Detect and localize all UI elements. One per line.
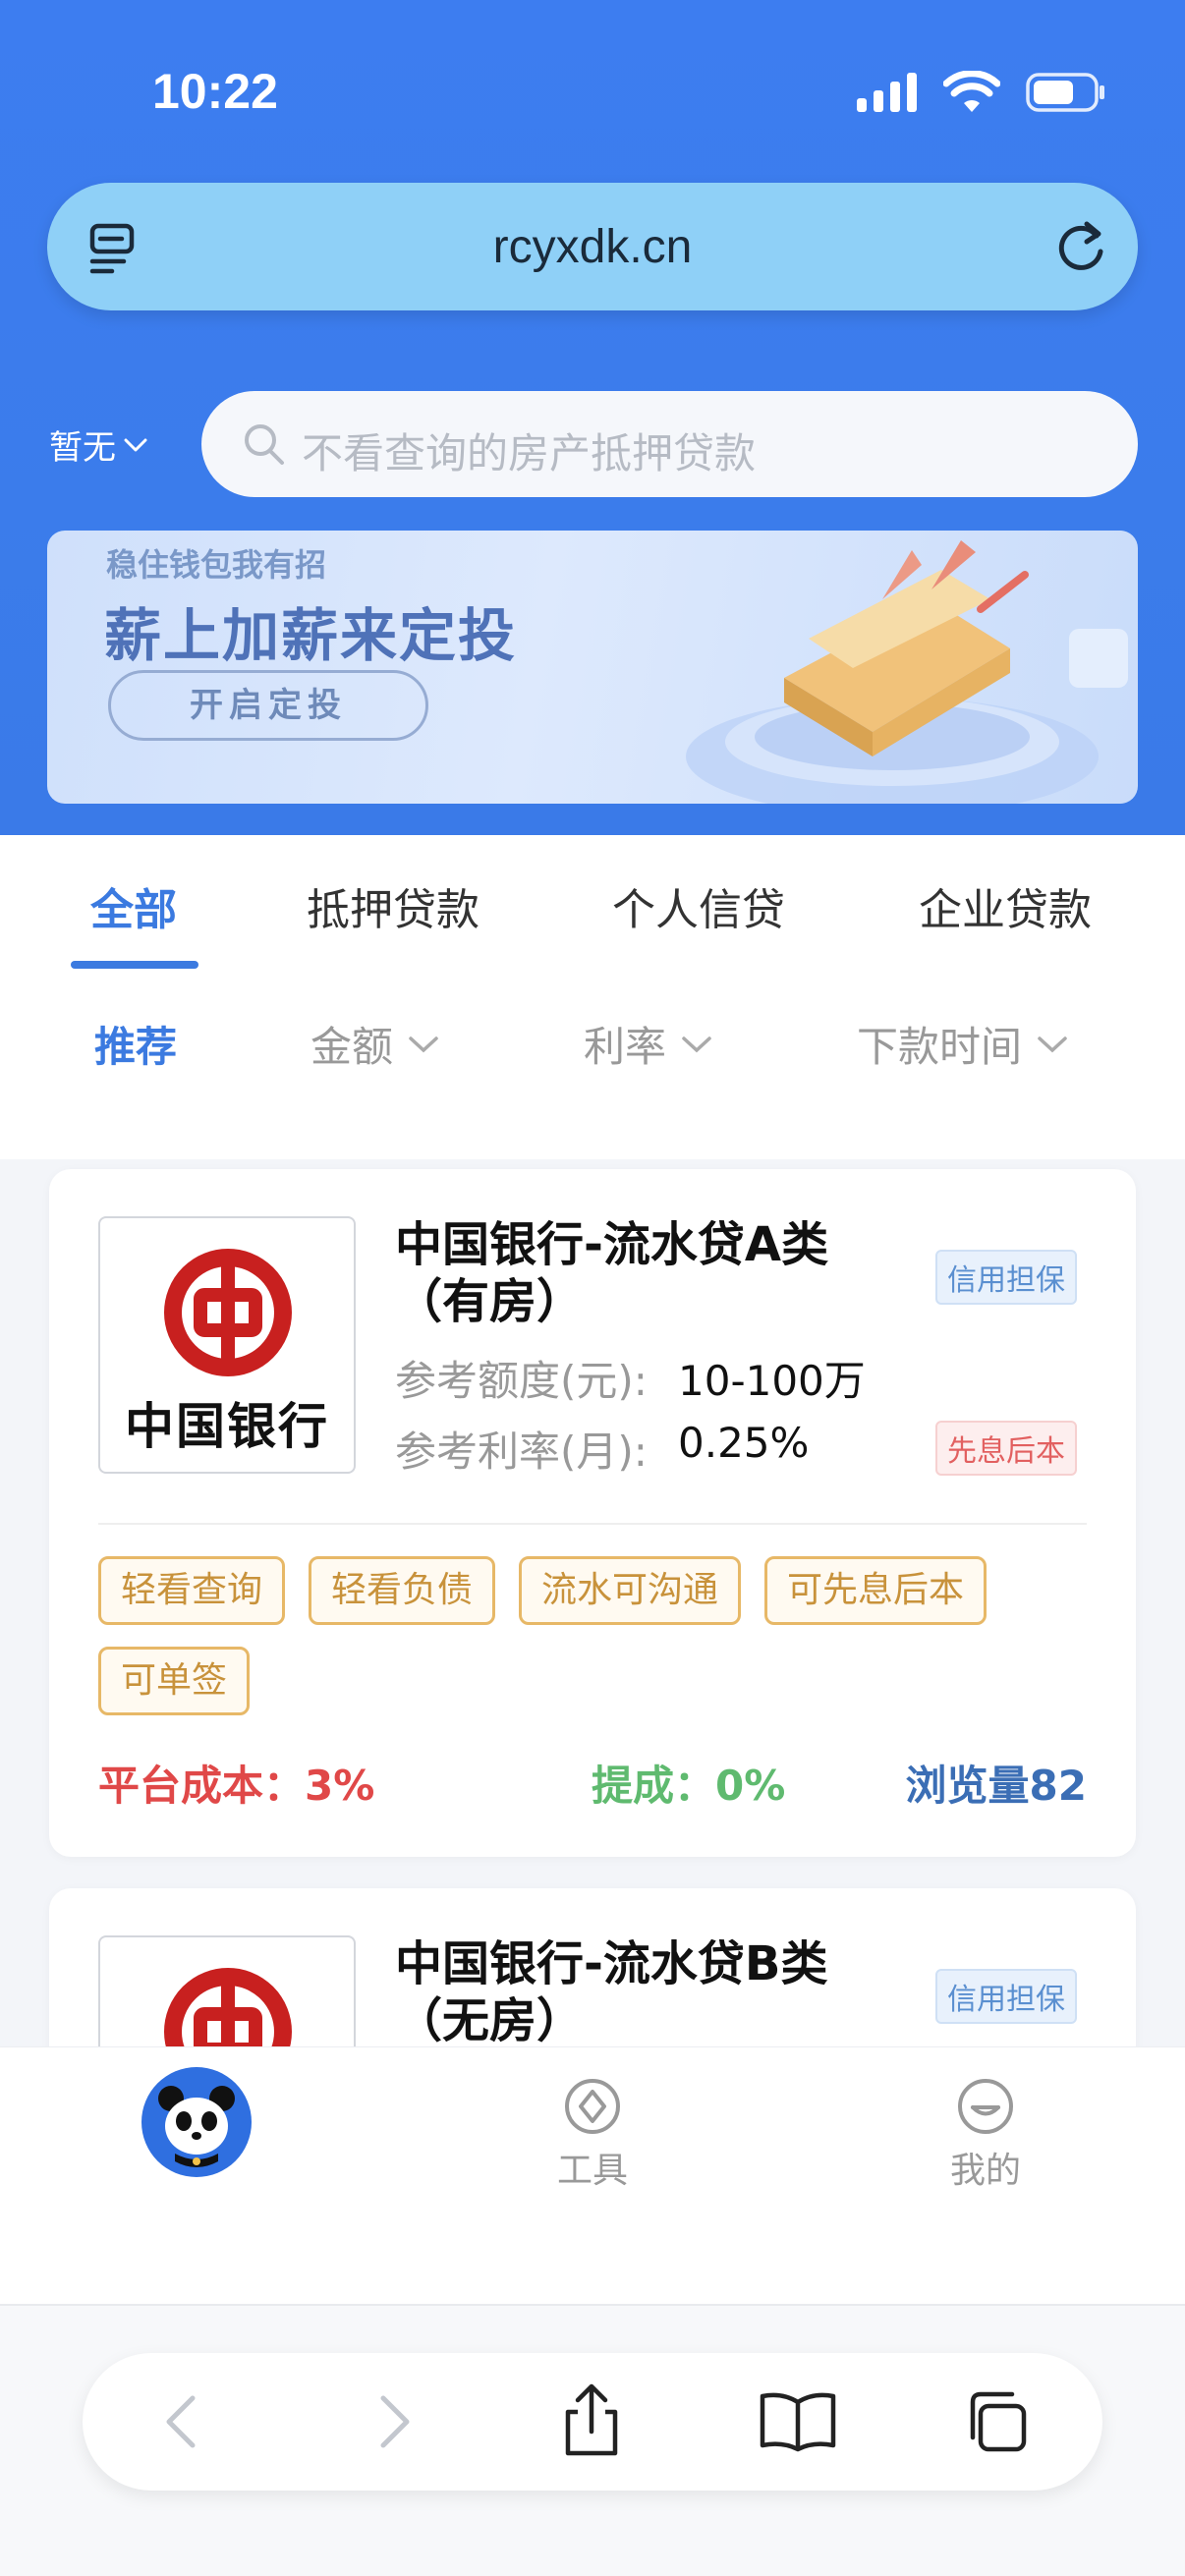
active-tab-indicator [71,961,198,969]
search-input[interactable]: 不看查询的房产抵押贷款 [201,391,1138,497]
feature-tag: 轻看负债 [309,1556,496,1625]
search-placeholder: 不看查询的房产抵押贷款 [302,429,757,477]
product-title: 中国银行-流水贷B类（无房） [395,1936,828,2048]
status-time: 10:22 [152,64,278,119]
bottom-tab-bar: 工具 我的 [0,2046,1185,2304]
platform-cost: 平台成本：3% [98,1762,375,1810]
share-icon[interactable] [558,2382,625,2457]
address-bar[interactable]: rcyxdk.cn [47,183,1138,310]
chevron-down-icon [124,438,147,451]
back-icon[interactable] [149,2388,216,2455]
rate-value: 0.25% [678,1419,810,1467]
guarantee-badge: 信用担保 [935,1969,1077,2024]
commission: 提成：0% [592,1762,786,1810]
tab-business-loan[interactable]: 企业贷款 [919,874,1092,937]
view-count: 浏览量82 [905,1762,1087,1810]
filter-bar: 推荐 金额 利率 下款时间 [0,982,1185,1110]
status-icons [857,71,1106,114]
tab-label: 我的 [949,2151,1021,2191]
product-title: 中国银行-流水贷A类（有房） [395,1217,829,1329]
city-selector[interactable]: 暂无 [49,420,149,469]
chevron-down-icon [1038,1036,1067,1052]
filter-label: 下款时间 [857,1023,1023,1071]
status-bar: 10:22 [0,0,1185,177]
filter-amount[interactable]: 金额 [310,1014,440,1074]
bank-of-china-emblem-icon [164,1249,292,1376]
amount-row: 参考额度(元): 10-100万 [395,1348,866,1408]
feature-tags: 轻看查询 轻看负债 流水可沟通 可先息后本 可单签 [98,1556,1091,1715]
divider [98,1523,1087,1525]
rate-row: 参考利率(月): 0.25% [395,1419,809,1479]
filter-rate[interactable]: 利率 [584,1014,713,1074]
signal-icon [857,73,917,112]
feature-tag: 可单签 [98,1647,251,1715]
promo-banner[interactable]: 稳住钱包我有招 薪上加薪来定投 开启定投 [47,531,1138,804]
chevron-down-icon [682,1036,711,1052]
banner-subtitle: 稳住钱包我有招 [106,546,327,584]
amount-value: 10-100万 [678,1357,866,1405]
filter-recommended[interactable]: 推荐 [94,1014,177,1074]
filter-disbursement-time[interactable]: 下款时间 [857,1014,1069,1074]
feature-tag: 流水可沟通 [519,1556,742,1625]
filter-label: 推荐 [94,1023,178,1071]
city-label: 暂无 [49,428,116,468]
smiley-icon [958,2079,1013,2134]
compass-icon [565,2079,620,2134]
wifi-icon [943,71,1000,112]
amount-label: 参考额度(元): [395,1357,648,1405]
product-card[interactable]: 中国银行 中国银行-流水贷A类（有房） 信用担保 参考额度(元): 10-100… [49,1169,1136,1857]
guarantee-badge: 信用担保 [935,1250,1077,1305]
url-text[interactable]: rcyxdk.cn [47,220,1138,274]
tab-tools[interactable]: 工具 [540,2077,645,2193]
rate-label: 参考利率(月): [395,1428,648,1476]
browser-toolbar [83,2353,1102,2491]
bank-logo-text: 中国银行 [125,1397,329,1455]
tab-home[interactable] [141,2067,252,2183]
tab-mine[interactable]: 我的 [933,2077,1038,2193]
banner-headline: 薪上加薪来定投 [104,602,518,669]
category-tabs: 全部 抵押贷款 个人信贷 企业贷款 [0,835,1185,982]
tabs-icon[interactable] [963,2388,1030,2455]
bookmarks-icon[interactable] [759,2388,837,2455]
tab-label: 工具 [556,2151,628,2191]
filter-label: 金额 [310,1023,394,1071]
card-footer: 平台成本：3% 提成：0% 浏览量82 [98,1753,1087,1812]
bank-logo: 中国银行 [98,1216,356,1474]
tab-mortgage-loan[interactable]: 抵押贷款 [307,874,480,937]
banner-button[interactable]: 开启定投 [108,670,428,741]
battery-icon [1026,73,1104,112]
feature-tag: 轻看查询 [98,1556,286,1625]
banner-illustration [686,540,1128,804]
chevron-down-icon [409,1036,438,1052]
reload-icon[interactable] [1049,216,1112,279]
search-icon [245,424,284,465]
forward-icon[interactable] [360,2388,426,2455]
feature-tag: 可先息后本 [764,1556,988,1625]
tab-all[interactable]: 全部 [90,874,177,937]
repayment-badge: 先息后本 [935,1421,1077,1476]
filter-label: 利率 [584,1023,667,1071]
panda-icon [141,2067,252,2177]
tab-personal-credit[interactable]: 个人信贷 [612,874,785,937]
